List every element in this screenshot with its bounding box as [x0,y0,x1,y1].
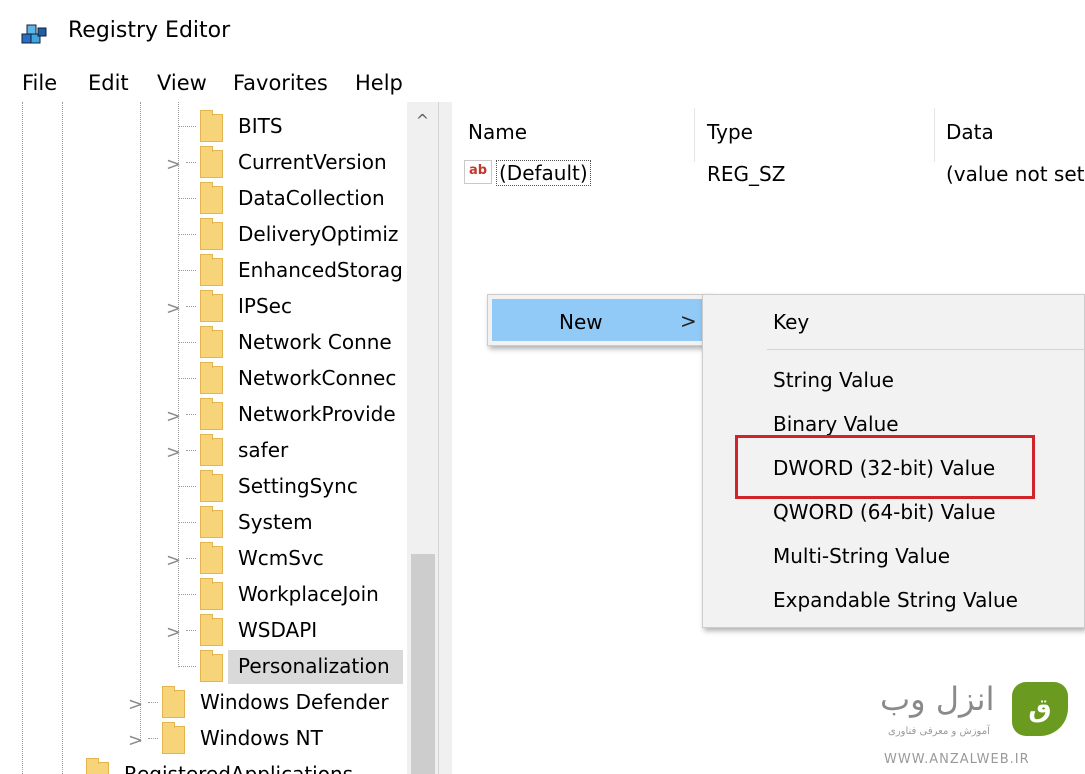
folder-icon [162,722,185,754]
context-menu: New > [487,294,712,346]
watermark-tagline: آموزش و معرفی فناوری [888,726,990,737]
window-title: Registry Editor [68,18,231,43]
expand-chevron-icon[interactable]: > [166,154,181,175]
folder-icon [86,758,109,774]
scroll-up-arrow-icon[interactable]: ^ [407,106,438,136]
menu-file[interactable]: File [22,71,57,95]
tree-item-label: DataCollection [238,186,385,210]
folder-icon [200,182,223,214]
menu-bar: File Edit View Favorites Help [0,66,1085,102]
menu-favorites[interactable]: Favorites [233,71,328,95]
menu-item-new-label: New [559,310,603,334]
tree-item-label: Windows Defender [200,690,389,714]
folder-icon [200,470,223,502]
column-header-type[interactable]: Type [707,120,753,144]
tree-item-label: safer [238,438,289,462]
menu-help[interactable]: Help [355,71,403,95]
menu-item-multi-string-value[interactable]: Multi-String Value [773,544,950,568]
folder-icon [200,290,223,322]
tree-item-label: NetworkProvide [238,402,396,426]
column-header-name[interactable]: Name [468,120,527,144]
folder-icon [162,686,185,718]
folder-icon [200,218,223,250]
menu-item-expandable-string-value[interactable]: Expandable String Value [773,588,1018,612]
folder-icon [200,398,223,430]
value-data: (value not set) [946,162,1085,186]
folder-icon [200,434,223,466]
expand-chevron-icon[interactable]: > [166,622,181,643]
tree-item-label: NetworkConnec [238,366,397,390]
tree-pane[interactable]: BITS > CurrentVersion DataCollection Del… [0,102,438,774]
expand-chevron-icon[interactable]: > [166,442,181,463]
folder-icon [200,506,223,538]
tree-item-label: BITS [238,114,283,138]
tree-item-label: Network Conne [238,330,392,354]
folder-icon [200,254,223,286]
folder-icon [200,614,223,646]
title-bar: Registry Editor [0,0,1085,66]
expand-chevron-icon[interactable]: > [166,550,181,571]
expand-chevron-icon[interactable]: > [128,730,143,751]
tree-item-label: SettingSync [238,474,358,498]
tree-scrollbar[interactable]: ^ [407,102,438,774]
string-value-icon: ab [464,160,492,184]
menu-item-binary-value[interactable]: Binary Value [773,412,899,436]
tree-item-label: RegisteredApplications [124,762,354,774]
menu-item-new[interactable]: New > [492,299,708,341]
folder-icon [200,578,223,610]
menu-item-qword-value[interactable]: QWORD (64-bit) Value [773,500,996,524]
folder-icon [200,326,223,358]
registry-cubes-icon [20,22,50,48]
tree-item-label: EnhancedStorag [238,258,403,282]
folder-icon [200,110,223,142]
folder-icon [200,362,223,394]
tree-item-label: WcmSvc [238,546,324,570]
tree-item-label: CurrentVersion [238,150,387,174]
menu-edit[interactable]: Edit [88,71,129,95]
tree-item-label: DeliveryOptimiz [238,222,399,246]
tree-item-label: WorkplaceJoin [238,582,379,606]
tree-item-label: IPSec [238,294,292,318]
tree-item-label: Windows NT [200,726,323,750]
scroll-thumb[interactable] [411,554,435,774]
menu-item-string-value[interactable]: String Value [773,368,894,392]
annotation-highlight-box [735,435,1035,499]
pane-splitter[interactable] [438,102,452,774]
folder-icon [200,146,223,178]
value-name[interactable]: (Default) [496,160,591,186]
tree-item-label: WSDAPI [238,618,318,642]
anzalweb-logo-icon: ق [1012,682,1068,736]
expand-chevron-icon[interactable]: > [166,298,181,319]
expand-chevron-icon[interactable]: > [166,406,181,427]
folder-icon [200,650,223,682]
menu-view[interactable]: View [157,71,207,95]
tree-item-label: System [238,510,313,534]
folder-icon [200,542,223,574]
submenu-arrow-icon: > [680,309,697,333]
menu-item-key[interactable]: Key [773,310,809,334]
menu-separator [767,349,1085,350]
tree-item-label: Personalization [238,654,390,678]
watermark-url: WWW.ANZALWEB.IR [884,752,1030,767]
column-header-data[interactable]: Data [946,120,994,144]
watermark-title: انزل وب [880,680,995,718]
value-type: REG_SZ [707,162,786,186]
expand-chevron-icon[interactable]: > [128,694,143,715]
